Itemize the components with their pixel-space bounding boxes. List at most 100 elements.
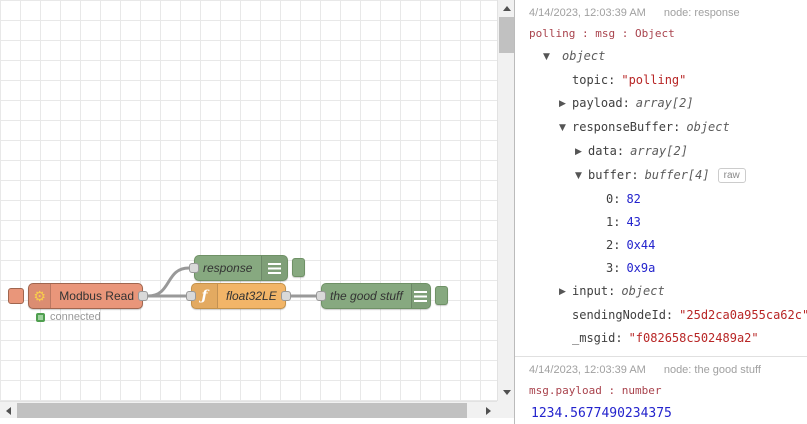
raw-toggle-button[interactable]: raw <box>717 168 746 183</box>
scroll-right-button[interactable] <box>480 402 497 419</box>
input-port[interactable] <box>189 263 199 273</box>
node-float32le-function[interactable]: ƒ float32LE <box>186 283 291 309</box>
gear-icon: ⚙ <box>33 288 46 304</box>
tree-type: array[2] <box>630 144 688 158</box>
modbus-node-button[interactable] <box>8 288 24 304</box>
scroll-left-button[interactable] <box>0 402 17 419</box>
timestamp: 4/14/2023, 12:03:39 AM <box>529 7 646 19</box>
input-port[interactable] <box>316 291 326 301</box>
expand-icon[interactable]: ▶ <box>575 141 588 164</box>
expand-icon[interactable]: ▶ <box>559 281 572 304</box>
tree-type: object <box>621 284 665 298</box>
output-port[interactable] <box>281 291 291 301</box>
tree-row: ▶ input: object <box>529 280 799 304</box>
tree-row: ▼ object <box>529 45 799 69</box>
tree-row: topic: "polling" <box>529 69 799 92</box>
debug-icon-region <box>410 284 430 308</box>
collapse-icon[interactable]: ▼ <box>543 46 556 69</box>
wire-modbus-response[interactable] <box>146 266 191 298</box>
tree-key: input: <box>572 284 616 298</box>
status-text: connected <box>50 311 101 323</box>
tree-key: buffer: <box>588 168 639 182</box>
output-port[interactable] <box>138 291 148 301</box>
debug-toggle-button-response[interactable] <box>292 258 305 277</box>
scroll-down-button[interactable] <box>498 384 515 401</box>
tree-row: 3: 0x9a <box>529 257 799 280</box>
wires-layer <box>146 266 318 298</box>
tree-row: ▶ data: array[2] <box>529 140 799 164</box>
collapse-icon[interactable]: ▼ <box>575 165 588 188</box>
input-port[interactable] <box>186 291 196 301</box>
tree-type: object <box>686 120 730 134</box>
tree-row: _msgid: "f082658c502489a2" <box>529 327 799 350</box>
tree-key: topic: <box>572 73 616 87</box>
arrow-right-icon <box>486 406 491 415</box>
tree-key: 0: <box>606 192 621 206</box>
tree-value: "25d2ca0a955ca62c" <box>679 308 807 322</box>
arrow-left-icon <box>6 406 11 415</box>
tree-key: 1: <box>606 215 621 229</box>
source-node: node: response <box>663 7 740 19</box>
modbus-icon-region: ⚙ <box>29 284 52 308</box>
tree-value: 43 <box>626 215 641 229</box>
tree-value: 0x44 <box>626 238 656 252</box>
horizontal-scrollbar[interactable] <box>0 401 497 418</box>
arrow-up-icon <box>502 6 511 11</box>
debug-icon-region <box>261 256 287 280</box>
horizontal-scroll-thumb[interactable] <box>17 403 467 418</box>
debug-toggle-button-goodstuff[interactable] <box>435 286 448 305</box>
debug-sidebar[interactable]: 4/14/2023, 12:03:39 AM node: response pol… <box>514 0 807 424</box>
tree-row: ▼ buffer: buffer[4] raw <box>529 164 799 188</box>
message-path: msg.payload : number <box>529 384 662 397</box>
tree-type: array[2] <box>635 96 694 110</box>
tree-row: ▼ responseBuffer: object <box>529 116 799 140</box>
arrow-down-icon <box>502 390 511 395</box>
debug-message-response[interactable]: 4/14/2023, 12:03:39 AM node: response pol… <box>515 0 807 356</box>
node-goodstuff-debug[interactable]: the good stuff <box>316 283 431 309</box>
debug-message-goodstuff[interactable]: 4/14/2023, 12:03:39 AM node: the good stu… <box>515 356 807 424</box>
node-label: float32LE <box>226 289 277 303</box>
function-icon: ƒ <box>201 288 208 304</box>
tree-row: 1: 43 <box>529 211 799 234</box>
node-label: the good stuff <box>330 289 403 303</box>
tree-value: "f082658c502489a2" <box>628 331 759 345</box>
tree-key: _msgid: <box>572 331 623 345</box>
message-meta: 4/14/2023, 12:03:39 AM node: the good stu… <box>529 363 799 378</box>
tree-type: object <box>562 49 606 63</box>
node-label: response <box>203 261 253 275</box>
node-label: Modbus Read <box>59 289 134 303</box>
message-meta: 4/14/2023, 12:03:39 AM node: response <box>529 6 799 21</box>
tree-key: data: <box>588 144 625 158</box>
node-modbus-read[interactable]: ⚙ Modbus Read <box>28 283 148 309</box>
vertical-scroll-thumb[interactable] <box>499 17 514 53</box>
debug-list-icon <box>268 262 281 274</box>
tree-key: 2: <box>606 238 621 252</box>
scrollbar-corner <box>497 401 514 418</box>
tree-key: 3: <box>606 261 621 275</box>
collapse-icon[interactable]: ▼ <box>559 117 572 140</box>
tree-row: 2: 0x44 <box>529 234 799 257</box>
flow-canvas[interactable]: ⚙ Modbus Read connected response ƒ float… <box>0 0 497 401</box>
payload-number-value: 1234.5677490234375 <box>531 406 672 421</box>
tree-row: sendingNodeId: "25d2ca0a955ca62c" <box>529 304 807 327</box>
timestamp: 4/14/2023, 12:03:39 AM <box>529 364 646 376</box>
debug-list-icon <box>414 290 428 302</box>
tree-value: 0x9a <box>626 261 656 275</box>
status-dot-icon <box>36 312 45 322</box>
vertical-scrollbar[interactable] <box>497 0 514 401</box>
tree-key: payload: <box>572 96 630 110</box>
source-node: node: the good stuff <box>663 364 761 376</box>
tree-value: "polling" <box>621 73 687 87</box>
tree-row: ▶ payload: array[2] <box>529 92 799 116</box>
node-response-debug[interactable]: response <box>189 255 288 281</box>
scroll-up-button[interactable] <box>498 0 515 17</box>
tree-key: responseBuffer: <box>572 120 681 134</box>
tree-key: sendingNodeId: <box>572 308 674 322</box>
tree-row: 0: 82 <box>529 188 799 211</box>
expand-icon[interactable]: ▶ <box>559 93 572 116</box>
tree-value: 82 <box>626 192 641 206</box>
message-path: polling : msg : Object <box>529 27 675 40</box>
node-status: connected <box>36 311 101 323</box>
tree-type: buffer[4] <box>644 168 710 182</box>
node-red-window: ⚙ Modbus Read connected response ƒ float… <box>0 0 807 424</box>
